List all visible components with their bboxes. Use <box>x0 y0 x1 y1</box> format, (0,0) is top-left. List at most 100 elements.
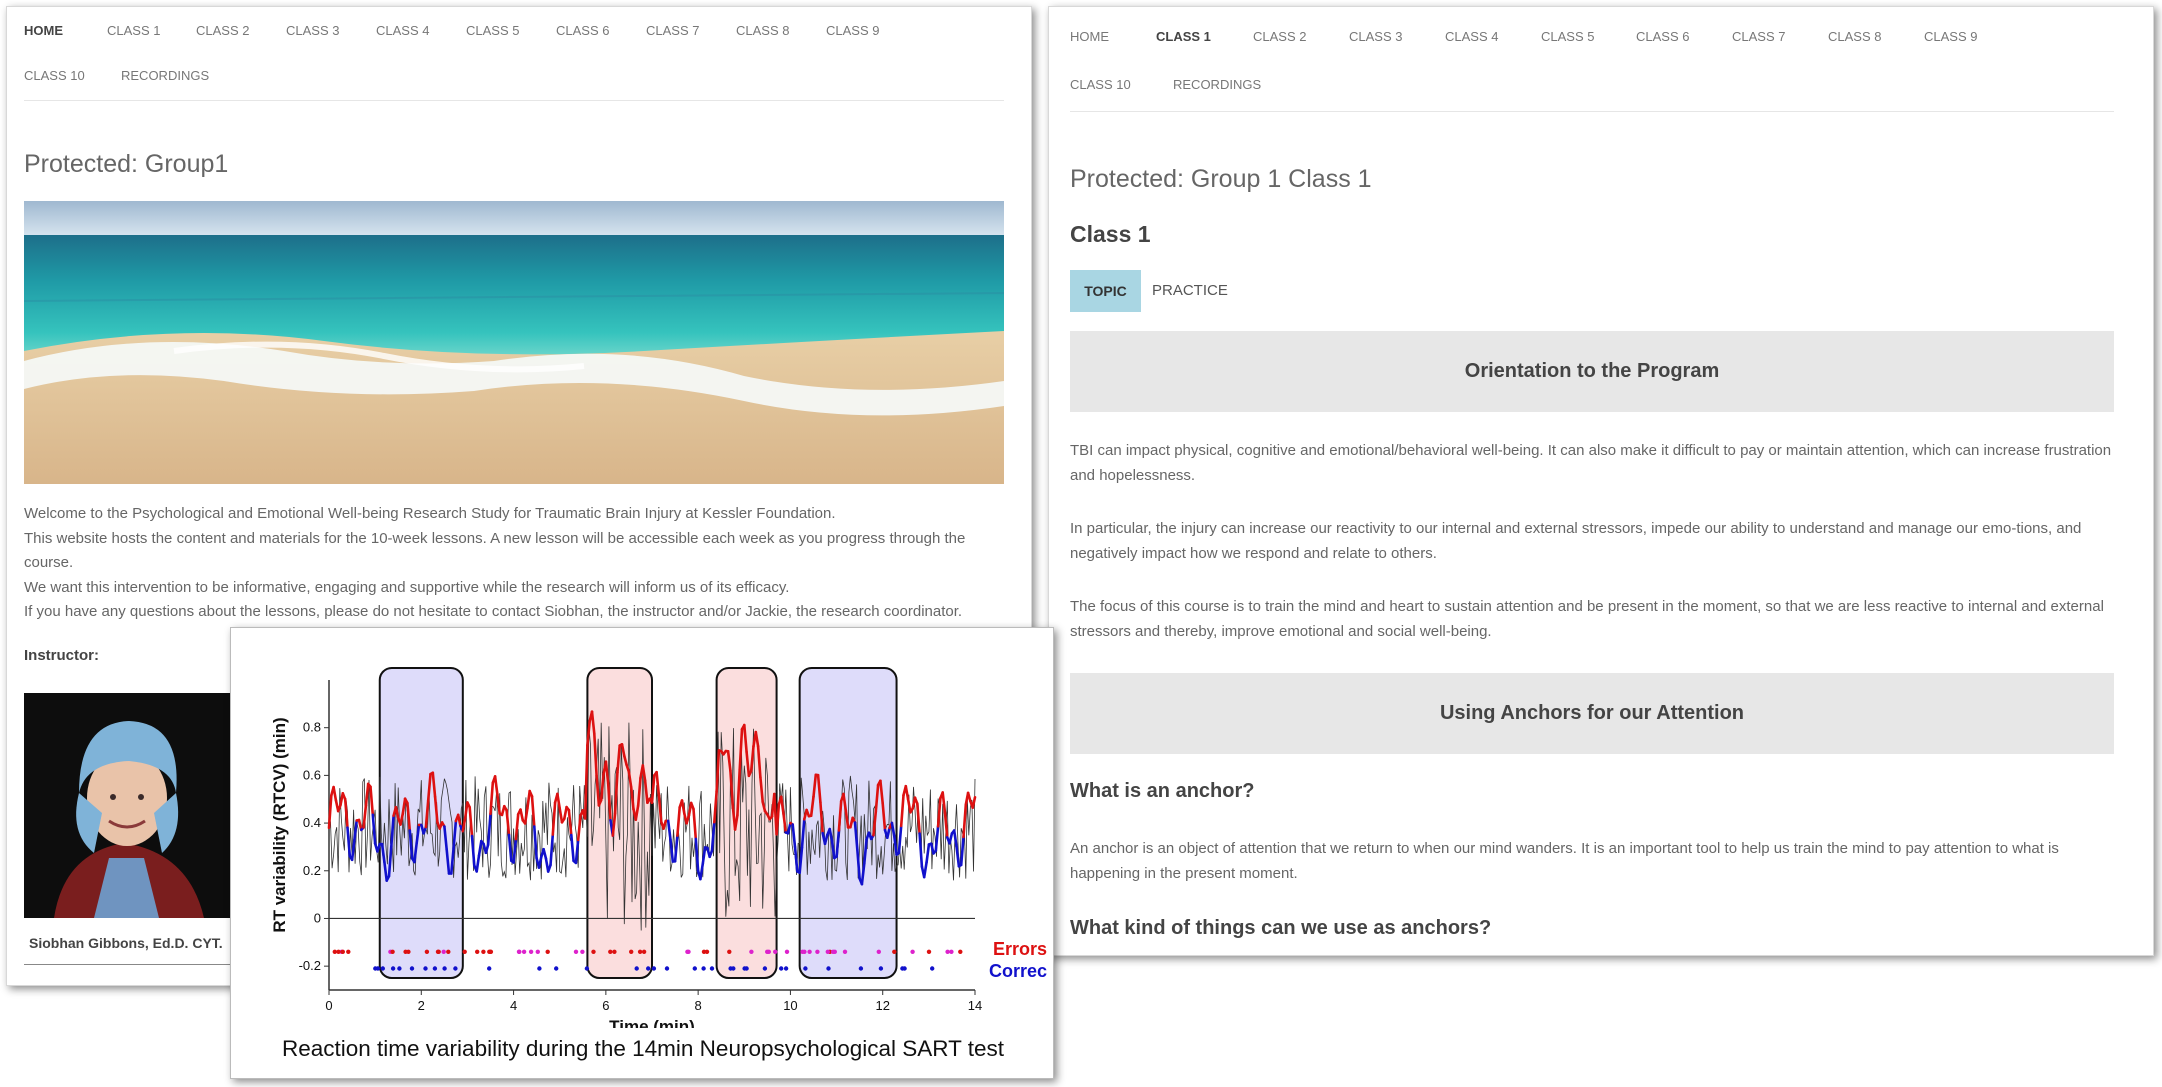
correct-dot <box>453 966 458 971</box>
correct-dot <box>701 966 706 971</box>
correct-line-segment <box>666 819 672 841</box>
instructor-photo <box>24 693 234 918</box>
correct-dot <box>409 966 415 971</box>
error-dot <box>390 949 395 954</box>
rt-variability-chart: 0 2 4 6 8 10 12 14 -0.2 0 0.2 0.4 0.6 0.8 Time (min) RT… <box>270 667 1047 1028</box>
error-dot <box>516 949 522 954</box>
left-nav-class-6[interactable]: CLASS 6 <box>556 23 609 38</box>
rt-variability-figure: 0 2 4 6 8 10 12 14 -0.2 0 0.2 0.4 0.6 0.8 Time (min) RT… <box>230 627 1054 1079</box>
correct-line-segment <box>346 826 352 858</box>
error-dot <box>521 949 527 954</box>
correct-line-segment <box>786 821 792 835</box>
error-dot <box>462 949 467 954</box>
correct-dot <box>537 966 542 971</box>
left-nav-recordings[interactable]: RECORDINGS <box>121 68 209 83</box>
right-nav-class-1[interactable]: CLASS 1 <box>1156 29 1211 44</box>
right-nav-class-8[interactable]: CLASS 8 <box>1828 29 1881 44</box>
errors-line-segment <box>558 807 564 824</box>
x-tick-label-6: 6 <box>602 998 609 1013</box>
correct-line-segment <box>549 833 555 867</box>
correct-dot <box>762 966 768 971</box>
correct-dot <box>744 966 749 971</box>
correct-line-segment <box>569 833 575 863</box>
correct-dot <box>487 966 492 971</box>
x-tick-label-14: 14 <box>968 998 982 1013</box>
error-dot <box>488 949 494 954</box>
correct-dot <box>651 966 657 971</box>
x-tick-label-12: 12 <box>875 998 889 1013</box>
right-nav-class-9[interactable]: CLASS 9 <box>1924 29 1977 44</box>
error-dot <box>535 949 540 954</box>
left-nav-class-3[interactable]: CLASS 3 <box>286 23 339 38</box>
y-tick-label-0: 0 <box>314 910 321 925</box>
left-nav-class-4[interactable]: CLASS 4 <box>376 23 429 38</box>
x-tick-label-2: 2 <box>418 998 425 1013</box>
correct-line-segment <box>486 812 492 846</box>
correct-dot <box>692 966 697 971</box>
instructor-label: Instructor: <box>24 647 99 664</box>
correct-dot <box>634 966 639 971</box>
errors-line-segment <box>915 802 921 835</box>
right-nav-recordings[interactable]: RECORDINGS <box>1173 77 1261 92</box>
legend-errors: Errors <box>993 939 1047 959</box>
right-nav-class-3[interactable]: CLASS 3 <box>1349 29 1402 44</box>
chart-caption: Reaction time variability during the 14m… <box>281 1036 1005 1061</box>
errors-line-segment <box>489 781 495 816</box>
left-nav-class-5[interactable]: CLASS 5 <box>466 23 519 38</box>
correct-dot <box>442 966 447 971</box>
correct-dot <box>390 966 396 971</box>
correct-line-segment <box>925 843 931 864</box>
left-nav-class-9[interactable]: CLASS 9 <box>826 23 879 38</box>
error-dot <box>545 949 550 954</box>
right-nav-home[interactable]: HOME <box>1070 29 1109 44</box>
error-dot <box>784 949 790 954</box>
error-dot <box>637 949 643 954</box>
right-nav-class-4[interactable]: CLASS 4 <box>1445 29 1498 44</box>
correct-dot <box>779 966 784 971</box>
left-nav-class-1[interactable]: CLASS 1 <box>107 23 160 38</box>
intro-paragraph-1: Welcome to the Psychological and Emotion… <box>24 505 836 522</box>
errors-line-segment <box>519 808 525 822</box>
correct-line-segment <box>542 847 548 860</box>
correct-line-segment <box>897 824 903 855</box>
x-tick-label-4: 4 <box>510 998 517 1013</box>
correct-line-segment <box>371 813 377 845</box>
error-dot <box>446 949 451 954</box>
left-nav-class-8[interactable]: CLASS 8 <box>736 23 789 38</box>
errors-line-segment <box>526 789 532 810</box>
correct-line-segment <box>475 854 481 873</box>
left-nav-class-7[interactable]: CLASS 7 <box>646 23 699 38</box>
correct-dot <box>858 966 864 971</box>
error-dot <box>842 949 848 954</box>
y-tick-label--0.2: -0.2 <box>299 958 321 973</box>
tab-practice[interactable]: PRACTICE <box>1152 270 1228 312</box>
y-tick-label-0.8: 0.8 <box>303 720 321 735</box>
error-dot <box>815 949 820 954</box>
right-nav-class-6[interactable]: CLASS 6 <box>1636 29 1689 44</box>
right-nav-class-10[interactable]: CLASS 10 <box>1070 77 1131 92</box>
y-tick-label-0.2: 0.2 <box>303 863 321 878</box>
left-nav-class-10[interactable]: CLASS 10 <box>24 68 85 83</box>
errors-line-segment <box>692 807 698 841</box>
errors-line-segment <box>369 785 375 817</box>
error-dot <box>580 949 585 954</box>
y-tick-label-0.4: 0.4 <box>303 815 321 830</box>
tab-topic[interactable]: TOPIC <box>1070 270 1141 312</box>
x-axis-title: Time (min) <box>609 1017 695 1028</box>
error-dot <box>441 949 446 954</box>
error-dot <box>612 949 617 954</box>
error-dot <box>629 949 634 954</box>
intro-paragraph-2: This website hosts the content and mater… <box>24 529 966 572</box>
left-nav-home[interactable]: HOME <box>24 23 63 38</box>
legend-correct: Correc <box>989 961 1047 981</box>
errors-line-segment <box>899 793 905 828</box>
errors-line-segment <box>364 782 370 807</box>
error-dot <box>945 949 950 954</box>
correct-dot <box>584 966 590 971</box>
right-nav-class-5[interactable]: CLASS 5 <box>1541 29 1594 44</box>
right-nav-class-7[interactable]: CLASS 7 <box>1732 29 1785 44</box>
left-nav-class-2[interactable]: CLASS 2 <box>196 23 249 38</box>
right-nav-class-2[interactable]: CLASS 2 <box>1253 29 1306 44</box>
correct-line-segment <box>791 823 797 849</box>
error-dot <box>346 949 351 954</box>
